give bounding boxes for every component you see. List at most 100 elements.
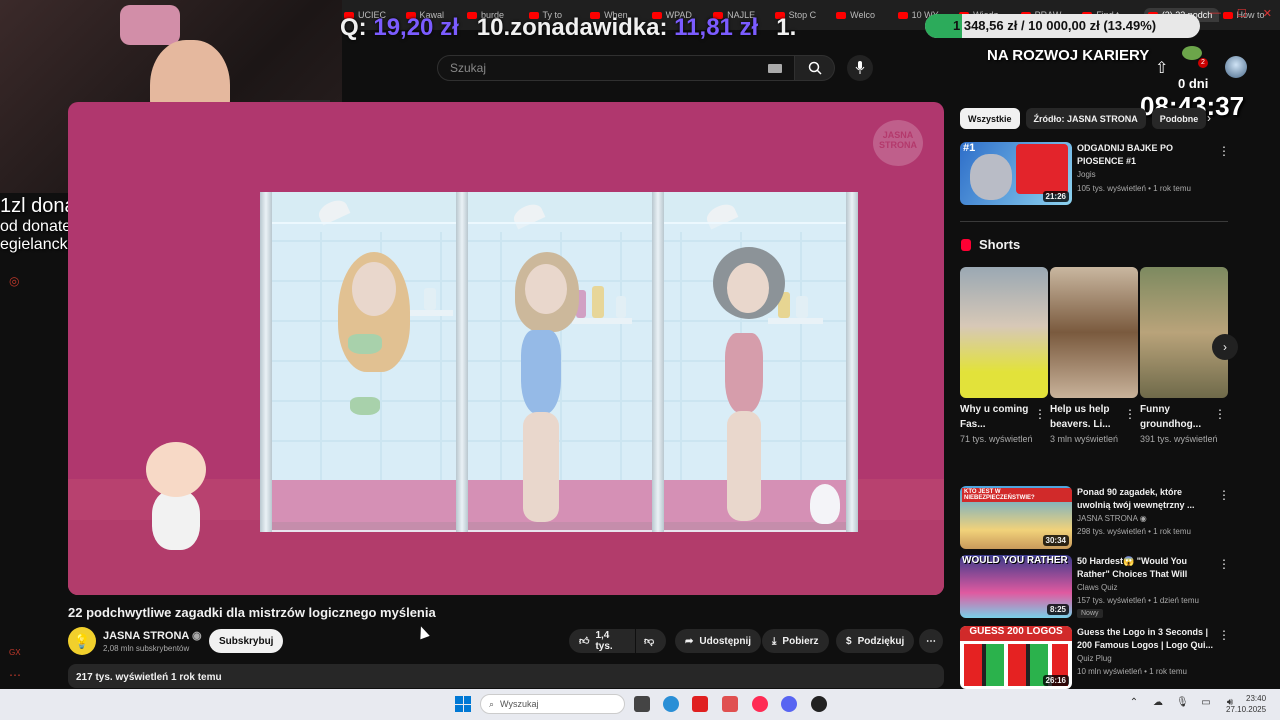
snipping-tool-icon[interactable] xyxy=(722,696,738,712)
more-vert-icon[interactable]: ⋮ xyxy=(1218,557,1230,571)
opera-icon[interactable] xyxy=(752,696,768,712)
video-duration: 21:26 xyxy=(1042,191,1069,202)
shorts-guide-icon[interactable]: ◎ xyxy=(9,274,19,288)
more-guide-icon[interactable]: ⋯ xyxy=(9,668,21,682)
windows-start-icon[interactable] xyxy=(455,696,471,712)
subscribe-button[interactable]: Subskrybuj xyxy=(209,629,284,653)
notification-badge[interactable]: 2 xyxy=(1198,58,1208,68)
more-vert-icon[interactable]: ⋮ xyxy=(1124,407,1136,421)
ticker-item: Q: 19,20 zł xyxy=(340,14,459,41)
video-player[interactable]: JASNA STRONA xyxy=(68,102,944,595)
short-thumbnail[interactable] xyxy=(960,267,1048,398)
cloud-icon[interactable]: ☁ xyxy=(1152,697,1164,708)
recommendation-channel: Quiz Plug xyxy=(1077,654,1112,663)
close-icon[interactable]: ✕ xyxy=(1263,7,1272,20)
ticker-item: 1. xyxy=(776,14,797,41)
thumbnail-caption: GUESS 200 LOGOS xyxy=(960,626,1072,641)
more-vert-icon[interactable]: ⋮ xyxy=(1214,407,1226,421)
divider xyxy=(960,221,1228,222)
recommendation-meta: 157 tys. wyświetleń • 1 dzień temu xyxy=(1077,596,1199,605)
chevron-right-icon[interactable]: › xyxy=(1207,111,1211,125)
keyboard-icon[interactable] xyxy=(768,63,782,73)
video-thumbnail[interactable]: WOULD YOU RATHER 8:25 xyxy=(960,555,1072,618)
description-box[interactable]: 217 tys. wyświetleń 1 rok temu xyxy=(68,664,944,688)
verified-icon: ◉ xyxy=(1139,514,1147,523)
taskbar-search[interactable]: ⌕ Wyszukaj xyxy=(480,694,625,714)
discord-icon[interactable] xyxy=(781,696,797,712)
subscriber-count: 2,08 mln subskrybentów xyxy=(103,644,190,653)
minimize-icon[interactable]: — xyxy=(1210,7,1221,20)
chevron-up-icon[interactable]: ⌃ xyxy=(1128,697,1140,708)
thumbs-down-icon: 👎︎ xyxy=(644,636,655,647)
dislike-button[interactable]: 👎︎ xyxy=(636,629,666,653)
clock-time: 23:40 xyxy=(1246,694,1267,703)
video-duration: 26:16 xyxy=(1042,675,1069,686)
taskbar-clock[interactable]: 23:40 27.10.2025 xyxy=(1226,693,1266,715)
recommendation-item[interactable]: KTO JEST W NIEBEZPIECZEŃSTWIE? 30:34 Pon… xyxy=(960,486,1230,550)
create-upload-icon[interactable]: ⇧ xyxy=(1155,58,1168,78)
recommendation-item[interactable]: GUESS 200 LOGOS 26:16 Guess the Logo in … xyxy=(960,626,1230,690)
thumbnail-caption: KTO JEST W NIEBEZPIECZEŃSTWIE? xyxy=(962,488,1072,502)
more-vert-icon[interactable]: ⋮ xyxy=(1218,488,1230,502)
thanks-button[interactable]: $ Podziękuj xyxy=(836,629,915,653)
chip-all[interactable]: Wszystkie xyxy=(960,108,1020,129)
more-vert-icon[interactable]: ⋮ xyxy=(1034,407,1046,421)
channel-name[interactable]: JASNA STRONA ◉ xyxy=(103,629,202,642)
chip-source[interactable]: Źródło: JASNA STRONA xyxy=(1025,108,1146,129)
more-vert-icon[interactable]: ⋮ xyxy=(1218,144,1230,158)
recommendation-title: 50 Hardest😱 "Would You Rather" Choices T… xyxy=(1077,556,1188,579)
clock-date: 27.10.2025 xyxy=(1226,705,1267,714)
share-button[interactable]: ➦ Udostępnij xyxy=(675,629,762,653)
recommendation-channel: JASNA STRONA ◉ xyxy=(1077,514,1147,523)
short-title: Funny groundhog... xyxy=(1140,404,1202,430)
recommendation-title: ODGADNIJ BAJKE PO PIOSENCE #1 xyxy=(1077,143,1174,166)
obs-icon[interactable] xyxy=(811,696,827,712)
maximize-icon[interactable]: ☐ xyxy=(1237,7,1247,20)
frog-emote-icon xyxy=(1182,46,1202,60)
recommendation-channel: Jogis xyxy=(1077,170,1096,179)
account-avatar[interactable] xyxy=(1225,56,1247,78)
video-thumbnail[interactable]: KTO JEST W NIEBEZPIECZEŃSTWIE? 30:34 xyxy=(960,486,1072,549)
recommendation-title: Ponad 90 zagadek, które uwolnią twój wew… xyxy=(1077,487,1195,510)
more-icon: ⋯ xyxy=(926,635,936,647)
donation-ticker: Q: 19,20 zł 10.zonadawidka: 11,81 zł 1. xyxy=(340,12,940,44)
video-title: 22 podchwytliwe zagadki dla mistrzów log… xyxy=(68,605,436,620)
short-item[interactable]: Help us help beavers. Li... 3 mln wyświe… xyxy=(1050,267,1138,446)
download-button[interactable]: ⤓ Pobierz xyxy=(762,629,829,653)
microphone-icon[interactable]: 🎙︎ xyxy=(1176,697,1189,708)
chip-related[interactable]: Podobne xyxy=(1151,108,1207,129)
short-thumbnail[interactable] xyxy=(1140,267,1228,398)
search-bar: Szukaj xyxy=(437,55,835,81)
channel-avatar[interactable]: 💡 xyxy=(68,627,96,655)
recommendation-channel: Claws Quiz xyxy=(1077,583,1118,592)
download-label: Pobierz xyxy=(782,635,819,647)
short-item[interactable]: Why u coming Fas... 71 tys. wyświetleń ⋮ xyxy=(960,267,1048,446)
recommendation-meta: 105 tys. wyświetleń • 1 rok temu xyxy=(1077,184,1191,193)
download-icon: ⤓ xyxy=(772,635,777,647)
short-views: 71 tys. wyświetleń xyxy=(960,434,1033,444)
search-icon xyxy=(808,61,822,75)
display-icon[interactable]: ▭ xyxy=(1200,697,1212,708)
short-views: 3 mln wyświetleń xyxy=(1050,434,1119,444)
short-item[interactable]: Funny groundhog... 391 tys. wyświetleń ⋮ xyxy=(1140,267,1228,446)
edge-icon[interactable] xyxy=(663,696,679,712)
guide-item-icon[interactable]: GX xyxy=(9,648,21,657)
recommendation-meta: 298 tys. wyświetleń • 1 rok temu xyxy=(1077,527,1191,536)
video-thumbnail[interactable]: GUESS 200 LOGOS 26:16 xyxy=(960,626,1072,689)
like-count: 1,4 tys. xyxy=(595,630,613,652)
more-vert-icon[interactable]: ⋮ xyxy=(1218,628,1230,642)
task-view-icon[interactable] xyxy=(634,696,650,712)
youtube-app-icon[interactable] xyxy=(692,696,708,712)
video-thumbnail[interactable]: #1 21:26 xyxy=(960,142,1072,205)
search-input[interactable]: Szukaj xyxy=(437,55,795,81)
filter-chips: Wszystkie Źródło: JASNA STRONA Podobne xyxy=(960,108,1220,129)
recommendation-item[interactable]: #1 21:26 ODGADNIJ BAJKE PO PIOSENCE #1 J… xyxy=(960,142,1230,206)
more-actions-button[interactable]: ⋯ xyxy=(919,629,943,653)
recommendation-item[interactable]: WOULD YOU RATHER 8:25 50 Hardest😱 "Would… xyxy=(960,555,1230,619)
short-thumbnail[interactable] xyxy=(1050,267,1138,398)
search-button[interactable] xyxy=(795,55,835,81)
shorts-next-button[interactable]: › xyxy=(1212,334,1238,360)
thumbs-up-icon: 👍︎ xyxy=(579,636,590,647)
like-button[interactable]: 👍︎ 1,4 tys. xyxy=(569,629,635,653)
voice-search-button[interactable] xyxy=(847,55,873,81)
